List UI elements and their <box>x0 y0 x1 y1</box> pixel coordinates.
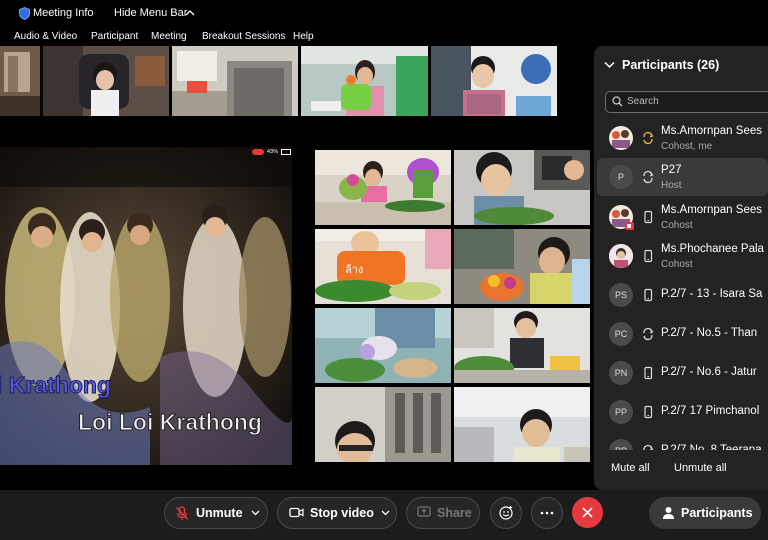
phone-icon <box>644 210 653 224</box>
share-label: Share <box>437 506 472 520</box>
participants-button[interactable]: Participants <box>649 497 761 529</box>
sync-icon <box>643 327 654 341</box>
chevron-down-icon[interactable] <box>251 510 260 516</box>
participant-row[interactable]: Ms.Amornpan Sees Cohost <box>594 198 768 236</box>
participant-role: Cohost <box>661 220 693 231</box>
stop-video-button[interactable]: Stop video <box>277 497 397 529</box>
lyric-line-1: i Krathong <box>0 372 112 399</box>
avatar: PC <box>609 322 633 346</box>
hide-menu-bar-button[interactable]: Hide Menu Bar <box>114 7 187 19</box>
unmute-label: Unmute <box>196 506 243 520</box>
battery-percent: 43% <box>267 148 279 155</box>
menu-bar: Audio & Video Participant Meeting Breako… <box>0 28 768 46</box>
participant-row[interactable]: PC P.2/7 - No.5 - Than <box>594 315 768 353</box>
participant-row[interactable]: PP P.2/7 17 Pimchanol <box>594 393 768 431</box>
unmute-all-button[interactable]: Unmute all <box>674 462 727 474</box>
more-options-button[interactable] <box>531 497 563 529</box>
phone-icon <box>644 249 653 263</box>
battery-icon <box>281 148 292 155</box>
participant-row[interactable]: PS P.2/7 - 13 - Isara Sa <box>594 276 768 314</box>
top-bar: Meeting Info Hide Menu Bar <box>0 0 768 28</box>
sync-icon <box>643 131 654 145</box>
shield-icon <box>19 7 30 20</box>
phone-icon <box>644 288 653 302</box>
close-icon <box>582 507 593 518</box>
participant-name: Ms.Amornpan Sees <box>661 125 762 137</box>
participants-label: Participants <box>681 506 753 520</box>
video-tile[interactable]: ล้าง <box>315 229 451 304</box>
video-thumbnail[interactable] <box>43 46 169 116</box>
video-tile[interactable] <box>454 387 590 462</box>
participant-role: Host <box>661 180 682 191</box>
avatar <box>609 244 633 268</box>
participant-name: P27 <box>661 164 682 176</box>
participant-name: P.2/7 - No.6 - Jatur <box>661 366 757 378</box>
video-badge-icon <box>625 222 634 230</box>
reactions-button[interactable] <box>490 497 522 529</box>
svg-text:ล้าง: ล้าง <box>345 263 363 276</box>
search-input[interactable] <box>627 94 767 109</box>
panel-title: Participants (26) <box>622 58 720 72</box>
avatar <box>609 126 633 150</box>
more-dots-icon <box>540 511 554 515</box>
participants-panel: Participants (26) Ms.Amornpan Sees Cohos… <box>594 46 768 490</box>
share-screen-icon <box>417 506 431 517</box>
participant-role: Cohost, me <box>661 141 713 152</box>
participant-name: Ms.Phochanee Pala <box>661 243 764 255</box>
meeting-toolbar: Unmute Stop video Share Participants <box>0 490 768 540</box>
video-thumbnail[interactable] <box>172 46 298 116</box>
phone-status-bar: 43% <box>252 148 292 155</box>
video-camera-icon <box>289 507 304 518</box>
menu-meeting[interactable]: Meeting <box>151 31 187 42</box>
video-thumbnail[interactable] <box>431 46 557 116</box>
end-meeting-button[interactable] <box>572 497 603 528</box>
share-button[interactable]: Share <box>406 497 480 529</box>
video-tile[interactable] <box>315 387 451 462</box>
avatar: PS <box>609 283 633 307</box>
emoji-reaction-icon <box>499 506 513 520</box>
phone-icon <box>644 366 653 380</box>
collapse-chevron-icon[interactable] <box>604 61 615 69</box>
stop-video-label: Stop video <box>310 506 374 520</box>
meeting-info-button[interactable]: Meeting Info <box>33 7 94 19</box>
menu-breakout-sessions[interactable]: Breakout Sessions <box>202 31 285 42</box>
participant-row[interactable]: Ms.Phochanee Pala Cohost <box>594 237 768 275</box>
participant-name: P.2/7 - 13 - Isara Sa <box>661 288 763 300</box>
participant-role: Cohost <box>661 259 693 270</box>
mute-all-button[interactable]: Mute all <box>611 462 650 474</box>
record-indicator-icon <box>252 148 264 155</box>
video-thumbnail[interactable] <box>301 46 428 116</box>
avatar: PP <box>609 400 633 424</box>
chevron-up-icon[interactable] <box>185 9 195 16</box>
lyric-line-2: Loi Loi Krathong <box>78 409 263 436</box>
person-icon <box>663 507 674 519</box>
chevron-down-icon[interactable] <box>381 510 390 516</box>
participant-name: P.2/7 17 Pimchanol <box>661 405 760 417</box>
menu-participant[interactable]: Participant <box>91 31 138 42</box>
video-tile[interactable] <box>315 308 451 383</box>
video-tile[interactable] <box>454 229 590 304</box>
video-thumbnail[interactable] <box>0 46 40 116</box>
participant-row[interactable]: Ms.Amornpan Sees Cohost, me <box>594 119 768 157</box>
avatar: P <box>609 165 633 189</box>
main-video[interactable]: 43% i Krathong Loi Loi Krathong <box>0 147 292 465</box>
search-icon <box>612 96 623 107</box>
menu-help[interactable]: Help <box>293 31 314 42</box>
video-tile[interactable] <box>315 150 451 225</box>
participant-row[interactable]: PN P.2/7 - No.6 - Jatur <box>594 354 768 392</box>
phone-icon <box>644 405 653 419</box>
avatar: PN <box>609 361 633 385</box>
unmute-button[interactable]: Unmute <box>164 497 268 529</box>
mic-muted-icon <box>175 506 189 520</box>
search-field[interactable] <box>605 91 768 113</box>
video-tile[interactable] <box>454 308 590 383</box>
sync-icon <box>643 170 654 184</box>
participant-name: Ms.Amornpan Sees <box>661 204 762 216</box>
panel-footer: Mute all Unmute all <box>594 450 768 490</box>
participant-name: P.2/7 - No.5 - Than <box>661 327 758 339</box>
participant-row[interactable]: P P27 Host <box>597 158 768 196</box>
menu-audio-video[interactable]: Audio & Video <box>14 31 77 42</box>
video-tile[interactable] <box>454 150 590 225</box>
